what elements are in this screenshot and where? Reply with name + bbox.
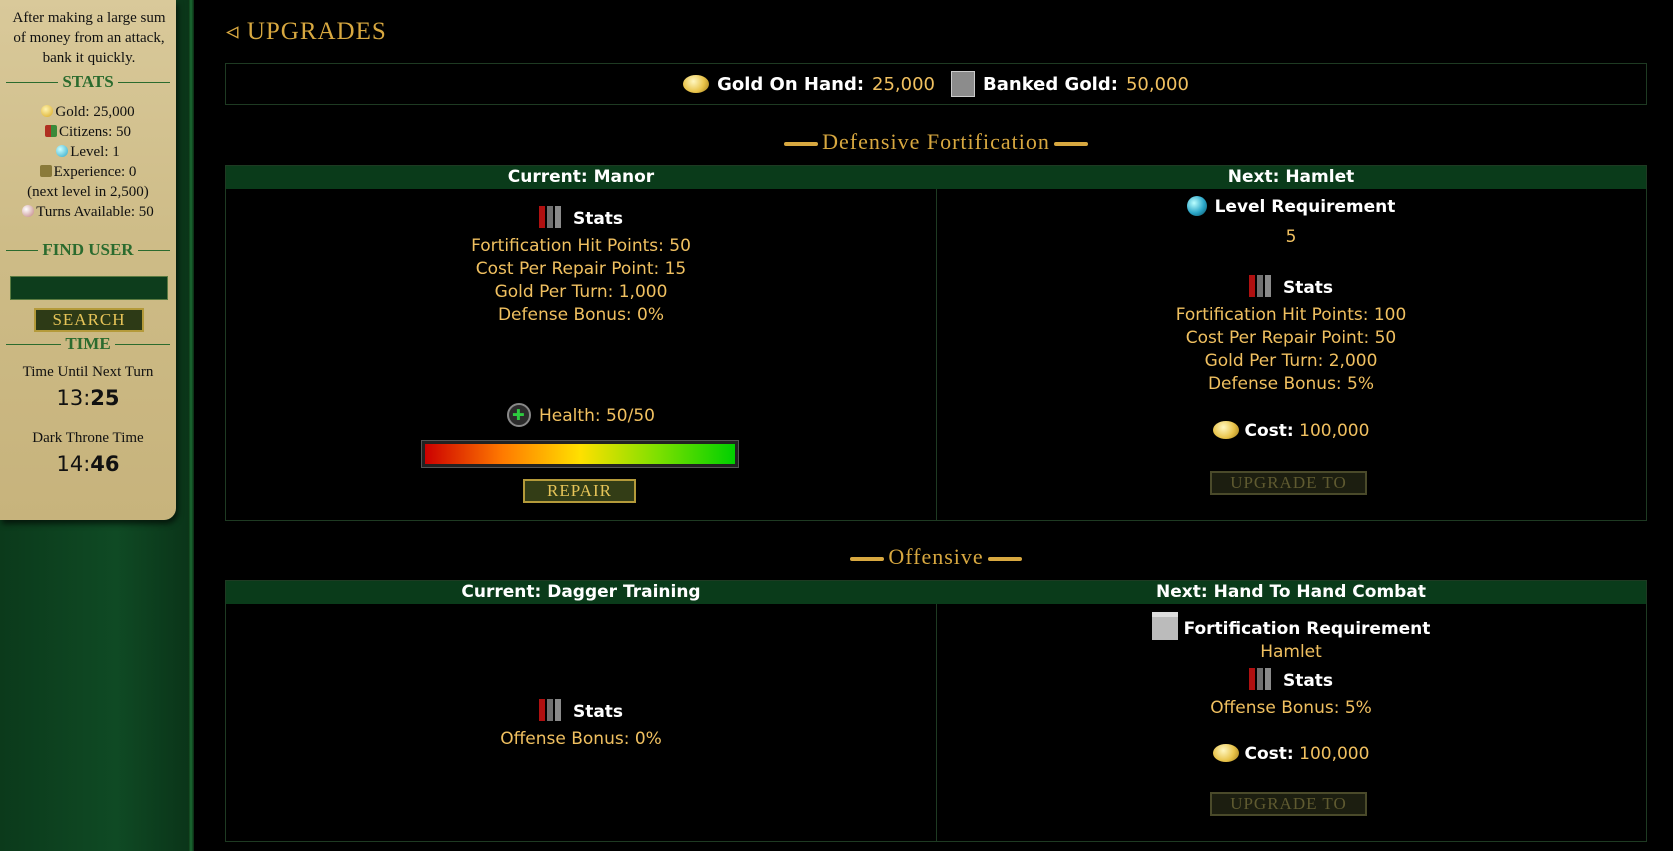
stat-gold: Gold: 25,000 — [4, 102, 172, 122]
level-orb-icon — [1186, 196, 1207, 216]
offensive-current-stats-heading: Stats — [226, 699, 936, 724]
offensive-current-header: Current: Dagger Training — [461, 582, 701, 602]
stat-next-level: (next level in 2,500) — [27, 184, 149, 200]
defensive-next-header: Next: Hamlet — [1227, 167, 1355, 187]
gold-coin-icon — [1212, 421, 1239, 439]
sidebar-scroll: After making a large sum of money from a… — [0, 0, 176, 520]
gold-coin-icon — [1212, 744, 1239, 762]
defensive-next-stat: Defense Bonus: 5% — [1207, 374, 1375, 394]
fortification-requirement-heading: Fortification Requirement — [936, 612, 1646, 641]
offensive-panel-header: Current: Dagger Training Next: Hand To H… — [226, 581, 1646, 604]
time-heading: TIME — [6, 334, 170, 354]
banked-gold-label: Banked Gold: — [983, 73, 1118, 95]
upgrade-offense-button[interactable]: UPGRADE TO — [1210, 792, 1367, 816]
defensive-section-title: Defensive Fortification — [225, 129, 1647, 155]
gold-on-hand-label: Gold On Hand: — [717, 73, 865, 95]
stats-bars-icon — [538, 206, 567, 228]
defensive-next-stat: Gold Per Turn: 2,000 — [1204, 351, 1378, 371]
level-requirement-value: 5 — [1285, 227, 1297, 247]
offensive-current-stat: Offense Bonus: 0% — [500, 729, 662, 749]
stats-bars-icon — [1248, 668, 1277, 690]
health-readout: Health: 50/50 — [226, 403, 936, 428]
defensive-current-stat: Defense Bonus: 0% — [497, 305, 665, 325]
level-requirement-heading: Level Requirement — [936, 196, 1646, 219]
offensive-next-stats-heading: Stats — [936, 668, 1646, 693]
stat-turns: Turns Available: 50 — [4, 202, 172, 222]
gold-on-hand-value: 25,000 — [872, 73, 936, 95]
find-user-heading: FIND USER — [6, 240, 170, 260]
bank-safe-icon — [951, 71, 976, 97]
stats-heading: STATS — [6, 72, 170, 92]
sidebar-stats: Gold: 25,000 Citizens: 50 Level: 1 Exper… — [4, 102, 172, 222]
defensive-next-stats-heading: Stats — [936, 275, 1646, 300]
defensive-next-stat: Cost Per Repair Point: 50 — [1185, 328, 1397, 348]
defensive-panel-header: Current: Manor Next: Hamlet — [226, 166, 1646, 189]
stat-citizens: Citizens: 50 — [4, 122, 172, 142]
banked-gold-value: 50,000 — [1125, 73, 1189, 95]
offensive-cost: Cost: 100,000 — [936, 743, 1646, 766]
fortification-requirement-value: Hamlet — [1260, 642, 1322, 662]
health-plus-icon — [507, 403, 532, 427]
repair-button[interactable]: REPAIR — [523, 479, 636, 503]
stats-bars-icon — [1248, 275, 1277, 297]
offensive-section-title: Offensive — [225, 544, 1647, 570]
stat-experience: Experience: 0 — [4, 162, 172, 182]
next-turn-timer: 13:25 — [56, 386, 120, 410]
stats-bars-icon — [538, 699, 567, 721]
sidebar-tip: After making a large sum of money from a… — [12, 10, 166, 66]
page-title: ◃ UPGRADES — [226, 18, 387, 45]
offensive-panel: Current: Dagger Training Next: Hand To H… — [225, 580, 1647, 842]
gold-coin-icon — [683, 75, 710, 93]
defensive-current-stat: Cost Per Repair Point: 15 — [475, 259, 687, 279]
level-orb-icon — [56, 145, 69, 157]
dt-time-clock: 14:46 — [56, 452, 120, 476]
turns-icon — [22, 205, 35, 217]
gold-summary-bar: Gold On Hand: 25,000 Banked Gold: 50,000 — [225, 63, 1647, 105]
offensive-next-stat: Offense Bonus: 5% — [1210, 698, 1372, 718]
upgrade-fortification-button[interactable]: UPGRADE TO — [1210, 471, 1367, 495]
defensive-current-stat: Fortification Hit Points: 50 — [471, 236, 691, 256]
next-turn-label: Time Until Next Turn — [22, 364, 154, 380]
offensive-next-header: Next: Hand To Hand Combat — [1156, 582, 1426, 602]
dt-time-label: Dark Throne Time — [32, 430, 144, 446]
swirl-left-icon — [850, 556, 885, 561]
defensive-current-stats-heading: Stats — [226, 206, 936, 231]
defensive-cost: Cost: 100,000 — [936, 420, 1646, 443]
find-user-input[interactable] — [10, 276, 168, 300]
page-title-icon: ◃ — [226, 18, 240, 45]
tower-icon — [1151, 612, 1178, 640]
defensive-current-stat: Gold Per Turn: 1,000 — [494, 282, 668, 302]
defensive-next-stat: Fortification Hit Points: 100 — [1175, 305, 1407, 325]
gold-coin-icon — [41, 105, 54, 117]
experience-icon — [39, 165, 52, 177]
swirl-right-icon — [987, 556, 1022, 561]
swirl-left-icon — [784, 141, 819, 146]
swirl-right-icon — [1053, 141, 1088, 146]
health-bar — [421, 440, 739, 468]
search-button[interactable]: SEARCH — [34, 308, 144, 332]
health-bar-fill — [425, 444, 735, 464]
defensive-current-header: Current: Manor — [507, 167, 655, 187]
stat-level: Level: 1 — [4, 142, 172, 162]
citizens-icon — [44, 125, 57, 137]
